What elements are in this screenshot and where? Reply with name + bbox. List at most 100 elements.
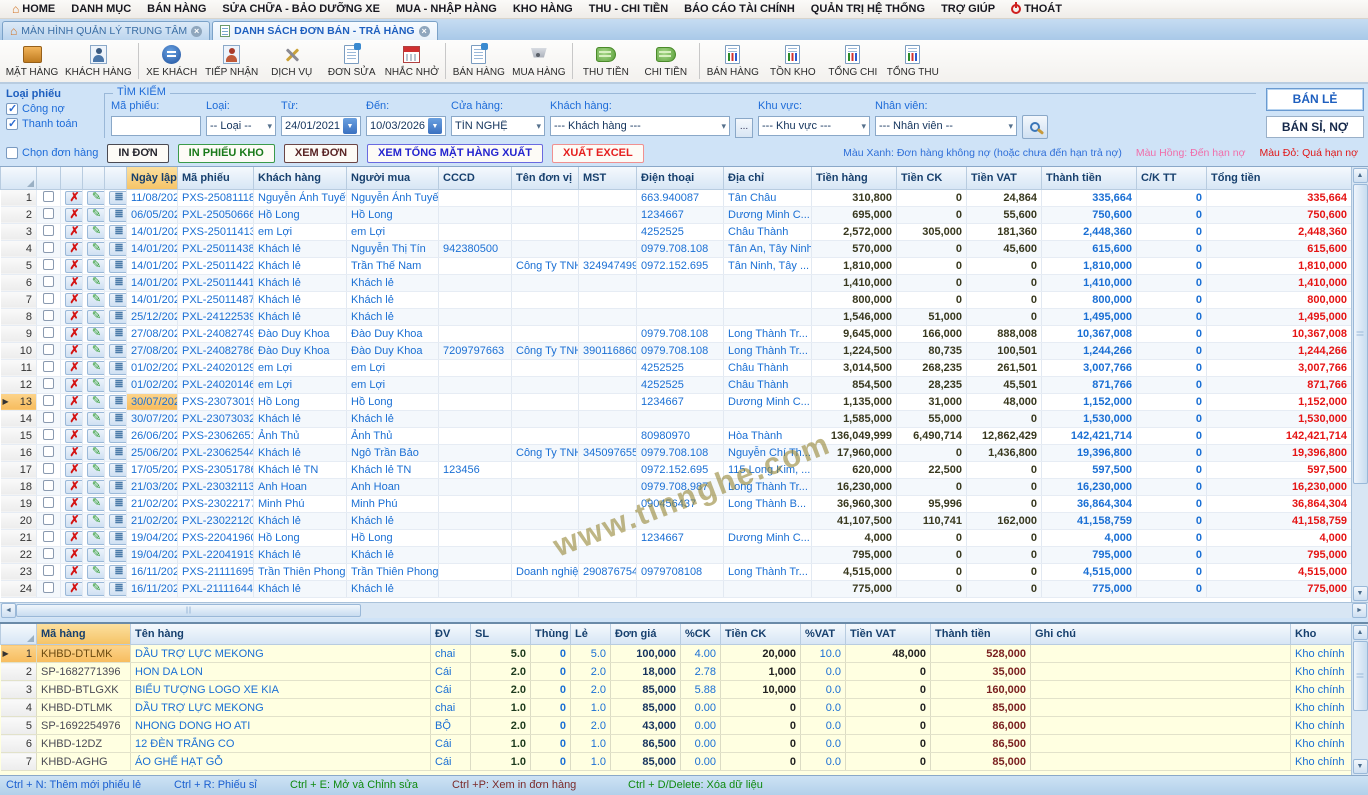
toolbar-button-chi-tien-3[interactable]: CHI TIỀN <box>636 40 696 82</box>
checkbox-icon[interactable] <box>6 118 18 130</box>
orders-col-header-dien-thoai[interactable]: Điện thoại <box>637 167 724 189</box>
order-row[interactable]: 20✗✎≣21/02/2023 1...PXL-23022120288Khách… <box>1 512 1352 529</box>
items-col-header-le[interactable]: Lẻ <box>571 624 611 645</box>
order-row[interactable]: 14✗✎≣30/07/2023 0...PXL-23073032958Khách… <box>1 410 1352 427</box>
tab-danh-sach-don-ban-tra-hang[interactable]: DANH SÁCH ĐƠN BÁN - TRẢ HÀNG× <box>212 21 437 40</box>
edit-button[interactable]: ✎ <box>87 565 105 579</box>
menu-item-danh-muc[interactable]: DANH MỤC <box>63 0 139 18</box>
edit-button[interactable]: ✎ <box>87 344 105 358</box>
items-col-header-tien-ck[interactable]: Tiền CK <box>721 624 801 645</box>
order-row[interactable]: 18✗✎≣21/03/2023 0...PXL-23032113328Anh H… <box>1 478 1352 495</box>
delete-button[interactable]: ✗ <box>65 242 83 256</box>
edit-button[interactable]: ✎ <box>87 276 105 290</box>
delete-button[interactable]: ✗ <box>65 582 83 596</box>
toolbar-button-dich-vu-1[interactable]: DỊCH VỤ <box>262 40 322 82</box>
edit-button[interactable]: ✎ <box>87 497 105 511</box>
edit-button[interactable]: ✎ <box>87 225 105 239</box>
checkbox-icon[interactable] <box>43 225 54 236</box>
order-row[interactable]: 23✗✎≣16/11/2021 1...PXS-21111695348Trần … <box>1 563 1352 580</box>
checkbox-icon[interactable] <box>43 361 54 372</box>
cua-hang-select[interactable]: TÍN NGHỆ▾ <box>451 116 545 136</box>
items-col-header-ck[interactable]: %CK <box>681 624 721 645</box>
order-row[interactable]: 3✗✎≣14/01/2025 0...PXS-25011413476em Lợi… <box>1 223 1352 240</box>
items-col-header-tien-vat[interactable]: Tiền VAT <box>846 624 931 645</box>
checkbox-icon[interactable] <box>43 565 54 576</box>
orders-col-header-cccd[interactable]: CCCD <box>439 167 512 189</box>
action-button-in-phieu-kho[interactable]: IN PHIẾU KHO <box>178 144 275 163</box>
order-row[interactable]: 16✗✎≣25/06/2023 1...PXL-23062544042Khách… <box>1 444 1352 461</box>
edit-button[interactable]: ✎ <box>87 412 105 426</box>
delete-button[interactable]: ✗ <box>65 565 83 579</box>
khu-vuc-select[interactable]: --- Khu vực ---▾ <box>758 116 870 136</box>
action-button-in-don[interactable]: IN ĐƠN <box>107 144 168 163</box>
checkbox-icon[interactable] <box>43 208 54 219</box>
toolbar-button-xe-khach-1[interactable]: XE KHÁCH <box>142 40 202 82</box>
orders-col-header-ngay-lap[interactable]: Ngày lập <box>127 167 178 189</box>
checkbox-icon[interactable] <box>43 514 54 525</box>
customer-more-button[interactable]: ... <box>735 118 753 138</box>
items-vertical-scrollbar[interactable]: ▲ ▼ <box>1351 624 1368 775</box>
checkbox-icon[interactable] <box>6 103 18 115</box>
edit-button[interactable]: ✎ <box>87 378 105 392</box>
order-row[interactable]: 17✗✎≣17/05/2023 1...PXS-23051786595Khách… <box>1 461 1352 478</box>
delete-button[interactable]: ✗ <box>65 395 83 409</box>
print-button[interactable]: ≣ <box>109 225 127 239</box>
menu-item-thu-chi-tien[interactable]: THU - CHI TIỀN <box>581 0 676 18</box>
delete-button[interactable]: ✗ <box>65 361 83 375</box>
toolbar-button-don-sua-1[interactable]: ĐƠN SỬA <box>322 40 382 82</box>
delete-button[interactable]: ✗ <box>65 327 83 341</box>
item-row[interactable]: 5SP-1692254976NHONG DONG HO ATIBỘ2.002.0… <box>1 717 1352 735</box>
print-button[interactable]: ≣ <box>109 480 127 494</box>
menu-item-sua-chua-bao-duong-xe[interactable]: SỬA CHỮA - BẢO DƯỠNG XE <box>214 0 388 18</box>
den-date[interactable]: 10/03/2026▼ <box>366 116 446 136</box>
delete-button[interactable]: ✗ <box>65 514 83 528</box>
order-row[interactable]: 12✗✎≣01/02/2024 1...PXL-24020146495em Lợ… <box>1 376 1352 393</box>
items-col-header-thung[interactable]: Thùng <box>531 624 571 645</box>
orders-vertical-scrollbar[interactable]: ▲ ▼ <box>1351 167 1368 602</box>
edit-button[interactable]: ✎ <box>87 514 105 528</box>
delete-button[interactable]: ✗ <box>65 276 83 290</box>
delete-button[interactable]: ✗ <box>65 344 83 358</box>
delete-button[interactable]: ✗ <box>65 310 83 324</box>
delete-button[interactable]: ✗ <box>65 497 83 511</box>
items-col-header-don-gia[interactable]: Đơn giá <box>611 624 681 645</box>
item-row[interactable]: 7KHBD-AGHGÁO GHẾ HẠT GỖCái1.001.085,0000… <box>1 753 1352 771</box>
menu-item-ban-hang[interactable]: BÁN HÀNG <box>139 0 214 18</box>
orders-col-header-thanh-tien[interactable]: Thành tiền <box>1042 167 1137 189</box>
print-button[interactable]: ≣ <box>109 276 127 290</box>
edit-button[interactable]: ✎ <box>87 293 105 307</box>
order-row[interactable]: 10✗✎≣27/08/2024 1...PXL-24082786469Đào D… <box>1 342 1352 359</box>
orders-horizontal-scrollbar[interactable]: ◄ ► <box>0 602 1368 618</box>
print-button[interactable]: ≣ <box>109 463 127 477</box>
checkbox-icon[interactable] <box>43 344 54 355</box>
khach-hang-select[interactable]: --- Khách hàng ---▾ <box>550 116 730 136</box>
print-button[interactable]: ≣ <box>109 412 127 426</box>
toolbar-button-ban-hang-4[interactable]: BÁN HÀNG <box>703 40 763 82</box>
calendar-dropdown-icon[interactable]: ▼ <box>343 118 357 134</box>
delete-button[interactable]: ✗ <box>65 412 83 426</box>
edit-button[interactable]: ✎ <box>87 395 105 409</box>
delete-button[interactable]: ✗ <box>65 293 83 307</box>
checkbox-icon[interactable] <box>43 293 54 304</box>
edit-button[interactable]: ✎ <box>87 327 105 341</box>
print-button[interactable]: ≣ <box>109 497 127 511</box>
orders-col-header-khach-hang[interactable]: Khách hàng <box>254 167 347 189</box>
edit-button[interactable]: ✎ <box>87 446 105 460</box>
action-button-xuat-excel[interactable]: XUẤT EXCEL <box>552 144 644 163</box>
orders-col-header-c-k-tt[interactable]: C/K TT <box>1137 167 1207 189</box>
order-row[interactable]: 4✗✎≣14/01/2025 0...PXL-25011438322Khách … <box>1 240 1352 257</box>
items-col-header-ghi-chu[interactable]: Ghi chú <box>1031 624 1291 645</box>
edit-button[interactable]: ✎ <box>87 191 105 205</box>
checkbox-icon[interactable] <box>6 147 18 159</box>
checkbox-icon[interactable] <box>43 531 54 542</box>
loai-select[interactable]: -- Loại --▾ <box>206 116 276 136</box>
checkbox-icon[interactable] <box>43 378 54 389</box>
print-button[interactable]: ≣ <box>109 327 127 341</box>
print-button[interactable]: ≣ <box>109 344 127 358</box>
print-button[interactable]: ≣ <box>109 361 127 375</box>
delete-button[interactable]: ✗ <box>65 463 83 477</box>
edit-button[interactable]: ✎ <box>87 259 105 273</box>
print-button[interactable]: ≣ <box>109 259 127 273</box>
checkbox-icon[interactable] <box>43 259 54 270</box>
edit-button[interactable]: ✎ <box>87 361 105 375</box>
